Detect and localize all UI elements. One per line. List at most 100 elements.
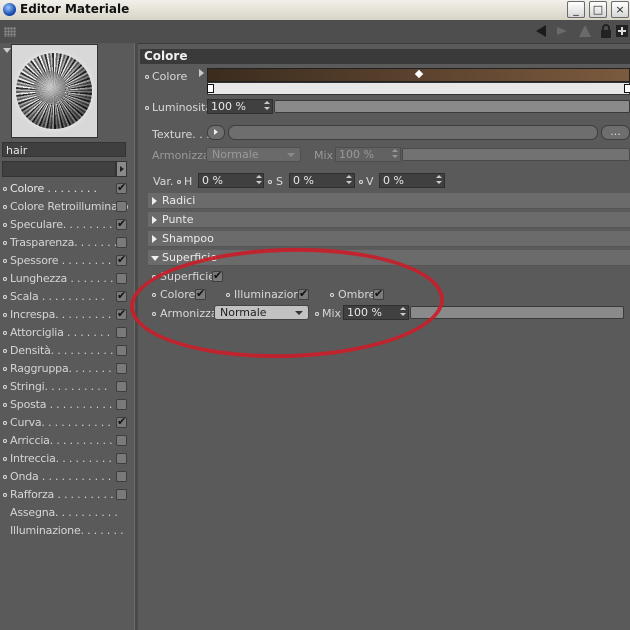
panel-divider[interactable] xyxy=(134,43,138,630)
dropdown-arrow-icon[interactable] xyxy=(116,161,127,177)
colore-label: Colore xyxy=(152,70,188,83)
channel-item[interactable]: Sposta . . . . . . . . . . xyxy=(0,396,134,414)
channel-item[interactable]: Densità. . . . . . . . . . xyxy=(0,342,134,360)
channel-item[interactable]: Trasparenza. . . . . . . xyxy=(0,234,134,252)
texture-path-field[interactable] xyxy=(228,125,598,140)
channel-label: Attorciglia . . . . . . . xyxy=(10,326,110,339)
channel-item[interactable]: Curva. . . . . . . . . . . xyxy=(0,414,134,432)
channel-item[interactable]: Intreccia. . . . . . . . . xyxy=(0,450,134,468)
channel-item[interactable]: Assegna. . . . . . . . . . xyxy=(0,504,134,522)
channel-item[interactable]: Rafforza . . . . . . . . . xyxy=(0,486,134,504)
v-stepper[interactable] xyxy=(436,175,442,185)
gradient-knob-start[interactable] xyxy=(207,84,214,93)
channel-label: Onda . . . . . . . . . . . xyxy=(10,470,112,483)
channel-checkbox[interactable] xyxy=(116,435,127,446)
new-window-icon[interactable] xyxy=(615,24,629,38)
channel-label: Sposta . . . . . . . . . . xyxy=(10,398,113,411)
channel-item[interactable]: Illuminazione. . . . . . . xyxy=(0,522,134,540)
channel-label: Trasparenza. . . . . . . xyxy=(10,236,118,249)
channel-item[interactable]: Onda . . . . . . . . . . . xyxy=(0,468,134,486)
gradient-knob-track[interactable] xyxy=(207,82,630,95)
h-label: H xyxy=(184,175,193,188)
channel-item[interactable]: Stringi. . . . . . . . . . xyxy=(0,378,134,396)
param-dot xyxy=(268,180,272,184)
colore-mix-stepper[interactable] xyxy=(392,149,398,159)
texture-label: Texture. . . xyxy=(152,128,210,141)
channel-dot xyxy=(3,277,7,281)
group-label: Shampoo xyxy=(162,232,214,245)
channel-item[interactable]: Colore . . . . . . . . xyxy=(0,180,134,198)
channel-label: Intreccia. . . . . . . . . xyxy=(10,452,112,465)
channel-checkbox[interactable] xyxy=(116,381,127,392)
minimize-button[interactable]: _ xyxy=(567,1,585,18)
channel-label: Scala . . . . . . . . . . xyxy=(10,290,105,303)
material-dropdown[interactable] xyxy=(2,161,116,177)
channel-checkbox[interactable] xyxy=(116,415,127,428)
h-input[interactable]: 0 % xyxy=(198,173,264,188)
channel-label: Speculare. . . . . . . . xyxy=(10,218,113,231)
grip-icon[interactable] xyxy=(4,27,16,37)
channel-checkbox[interactable] xyxy=(116,489,127,500)
maximize-button[interactable]: □ xyxy=(589,1,607,18)
material-preview[interactable] xyxy=(11,44,98,138)
channel-item[interactable]: Scala . . . . . . . . . . xyxy=(0,288,134,306)
texture-menu-button[interactable] xyxy=(207,125,225,140)
channel-checkbox[interactable] xyxy=(116,453,127,464)
gradient-expand-icon[interactable] xyxy=(199,69,204,77)
channel-item[interactable]: Spessore . . . . . . . . xyxy=(0,252,134,270)
channel-item[interactable]: Speculare. . . . . . . . xyxy=(0,216,134,234)
channel-checkbox[interactable] xyxy=(116,307,127,320)
channel-checkbox[interactable] xyxy=(116,345,127,356)
channel-dot xyxy=(3,367,7,371)
channel-checkbox[interactable] xyxy=(116,327,127,338)
v-label: V xyxy=(366,175,374,188)
texture-browse-button[interactable]: ... xyxy=(601,125,630,140)
channel-checkbox[interactable] xyxy=(116,273,127,284)
h-stepper[interactable] xyxy=(256,175,262,185)
channel-dot xyxy=(3,349,7,353)
lock-icon[interactable] xyxy=(599,24,613,38)
channel-item[interactable]: Raggruppa. . . . . . . . xyxy=(0,360,134,378)
channel-item[interactable]: Arriccia. . . . . . . . . . xyxy=(0,432,134,450)
preview-menu-icon[interactable] xyxy=(3,48,11,53)
channel-checkbox[interactable] xyxy=(116,217,127,230)
expand-arrow-icon xyxy=(152,235,157,243)
channel-item[interactable]: Colore Retroilluminato xyxy=(0,198,134,216)
close-button[interactable]: × xyxy=(611,1,629,18)
channel-label: Densità. . . . . . . . . . xyxy=(10,344,114,357)
play-icon xyxy=(214,129,218,135)
channel-dot xyxy=(3,385,7,389)
s-label: S xyxy=(276,175,283,188)
group-shampoo[interactable]: Shampoo xyxy=(148,231,630,247)
channel-dot xyxy=(3,259,7,263)
channel-checkbox[interactable] xyxy=(116,237,127,248)
material-name-field[interactable]: hair xyxy=(2,142,126,157)
back-arrow-icon[interactable] xyxy=(534,24,548,38)
channel-checkbox[interactable] xyxy=(116,181,127,194)
luminosita-slider[interactable] xyxy=(274,100,630,113)
param-dot xyxy=(177,180,181,184)
forward-arrow-icon[interactable] xyxy=(555,24,569,38)
channel-checkbox[interactable] xyxy=(116,471,127,482)
colore-mix-label: Mix xyxy=(314,149,334,162)
window-title: Editor Materiale xyxy=(20,2,130,16)
channel-label: Illuminazione. . . . . . . xyxy=(10,524,124,537)
channel-label: Stringi. . . . . . . . . . xyxy=(10,380,108,393)
channel-item[interactable]: Attorciglia . . . . . . . xyxy=(0,324,134,342)
channel-checkbox[interactable] xyxy=(116,201,127,212)
channel-checkbox[interactable] xyxy=(116,289,127,302)
channel-checkbox[interactable] xyxy=(116,253,127,266)
group-radici[interactable]: Radici xyxy=(148,193,630,209)
channel-item[interactable]: Increspa. . . . . . . . . xyxy=(0,306,134,324)
channel-label: Increspa. . . . . . . . . xyxy=(10,308,112,321)
s-stepper[interactable] xyxy=(346,175,352,185)
channel-checkbox[interactable] xyxy=(116,363,127,374)
gradient-knob-end[interactable] xyxy=(624,84,630,93)
group-punte[interactable]: Punte xyxy=(148,212,630,228)
channel-item[interactable]: Lunghezza . . . . . . . xyxy=(0,270,134,288)
colore-mix-slider[interactable] xyxy=(402,148,630,161)
up-arrow-icon[interactable] xyxy=(578,24,592,38)
app-icon xyxy=(3,3,16,16)
channel-checkbox[interactable] xyxy=(116,399,127,410)
luminosita-stepper[interactable] xyxy=(264,101,270,111)
